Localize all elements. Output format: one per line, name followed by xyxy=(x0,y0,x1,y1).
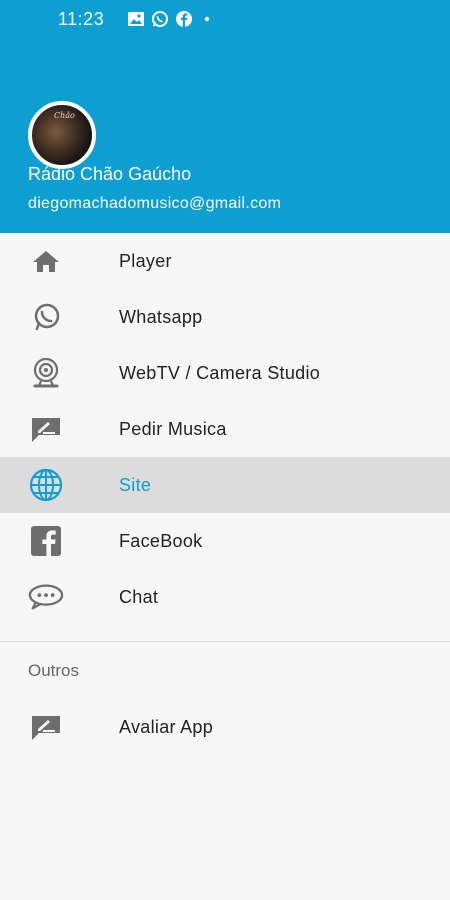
menu-item-avaliar-app[interactable]: Avaliar App xyxy=(0,699,450,755)
menu-item-whatsapp[interactable]: Whatsapp xyxy=(0,289,450,345)
drawer-menu: Player Whatsapp WebTV / Camera Studio Pe… xyxy=(0,233,450,625)
chat-icon xyxy=(28,583,64,611)
status-icons xyxy=(127,10,213,28)
webcam-icon xyxy=(28,357,64,388)
menu-item-label: Whatsapp xyxy=(119,307,203,327)
facebook-notification-icon xyxy=(175,10,193,28)
dot-notification-icon xyxy=(199,12,213,26)
rate-edit-icon xyxy=(28,415,64,443)
gallery-notification-icon xyxy=(127,11,145,27)
globe-icon xyxy=(28,468,64,502)
drawer-header: 11:23 Chão Rádio Chão Gaúcho diegomachad… xyxy=(0,0,450,233)
drawer-menu-others: Avaliar App xyxy=(0,699,450,755)
avatar[interactable]: Chão xyxy=(28,101,112,169)
menu-item-site[interactable]: Site xyxy=(0,457,450,513)
app-name: Rádio Chão Gaúcho xyxy=(28,164,192,184)
status-bar: 11:23 xyxy=(0,0,450,38)
menu-item-label: Chat xyxy=(119,587,159,607)
menu-item-facebook[interactable]: FaceBook xyxy=(0,513,450,569)
menu-item-player[interactable]: Player xyxy=(0,233,450,289)
menu-item-label: Pedir Musica xyxy=(119,419,227,439)
menu-item-chat[interactable]: Chat xyxy=(0,569,450,625)
home-icon xyxy=(28,247,64,275)
menu-item-pedir-musica[interactable]: Pedir Musica xyxy=(0,401,450,457)
menu-item-webtv[interactable]: WebTV / Camera Studio xyxy=(0,345,450,401)
whatsapp-notification-icon xyxy=(151,10,169,28)
avatar-logo-text: Chão xyxy=(54,111,75,120)
menu-item-label: Player xyxy=(119,251,172,271)
menu-item-label: WebTV / Camera Studio xyxy=(119,363,321,383)
facebook-icon xyxy=(28,526,64,556)
user-email: diegomachadomusico@gmail.com xyxy=(28,195,282,212)
menu-item-label: FaceBook xyxy=(119,531,203,551)
section-title-outros: Outros xyxy=(28,661,80,680)
menu-item-label: Site xyxy=(119,475,152,495)
rate-edit-icon xyxy=(28,713,64,741)
menu-item-label: Avaliar App xyxy=(119,717,214,737)
menu-divider xyxy=(0,641,450,642)
status-time: 11:23 xyxy=(58,9,105,29)
whatsapp-icon xyxy=(28,303,64,331)
avatar-image: Chão xyxy=(28,101,96,169)
